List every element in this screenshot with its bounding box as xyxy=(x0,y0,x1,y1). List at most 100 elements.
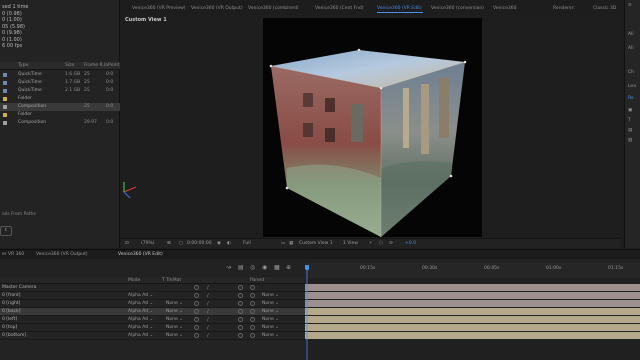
layer-switch-icon[interactable] xyxy=(250,285,255,290)
layer-name[interactable]: 0 [right] xyxy=(2,301,20,306)
layer-switch-icon[interactable] xyxy=(238,333,243,338)
roi-icon[interactable]: ▭ xyxy=(281,240,285,248)
label-color-swatch[interactable] xyxy=(3,81,7,85)
time-ruler[interactable]: 00:15s 00:30s 00:45s 01:00s 01:15s xyxy=(305,262,640,278)
label-color-swatch[interactable] xyxy=(3,89,7,93)
region-icon[interactable]: ◻ xyxy=(179,240,183,248)
motion-blur-icon[interactable]: ⊘ xyxy=(389,240,393,248)
track-area[interactable] xyxy=(305,278,640,360)
layer-name[interactable]: Master Camera xyxy=(2,285,36,290)
layer-trkmat-select[interactable]: None ⌄ xyxy=(166,301,183,306)
custom-view-select[interactable]: Custom View 1 xyxy=(299,240,333,248)
layer-switch-icon[interactable] xyxy=(250,317,255,322)
tab-vr-edit-timeline[interactable]: Venice360 (VR Edit) xyxy=(118,251,163,259)
label-color-swatch[interactable] xyxy=(3,121,7,125)
layer-switch-icon[interactable] xyxy=(194,285,199,290)
layer-duration-bar[interactable] xyxy=(305,292,640,299)
project-item[interactable]: QuickTime 1.7 GB 25 0:0 xyxy=(0,79,120,87)
layer-parent-select[interactable]: None ⌄ xyxy=(262,325,279,330)
quality-switch-icon[interactable]: / xyxy=(207,317,209,323)
layer-row[interactable]: 0 [top] Alpha Ad ⌄ None ⌄ / None ⌄ xyxy=(0,324,305,332)
column-size[interactable]: Size xyxy=(65,63,74,68)
layer-switch-icon[interactable] xyxy=(250,293,255,298)
quality-switch-icon[interactable]: / xyxy=(207,325,209,331)
tool-icon[interactable]: T xyxy=(628,118,631,123)
project-item[interactable]: Composition 29.97 0:0 xyxy=(0,119,120,127)
layer-trkmat-select[interactable]: None ⌄ xyxy=(166,317,183,322)
color-icon[interactable]: ◐ xyxy=(227,240,231,248)
layer-switch-icon[interactable] xyxy=(238,309,243,314)
renderer-value[interactable]: Classic 3D xyxy=(593,4,616,13)
frame-blend-icon[interactable]: ◎ xyxy=(250,264,255,271)
layer-mode-select[interactable]: Alpha Ad ⌄ xyxy=(128,309,153,314)
shy-icon[interactable]: ↝ xyxy=(226,264,231,271)
column-inpoint[interactable]: InPoint xyxy=(104,63,119,68)
layer-switch-icon[interactable] xyxy=(194,317,199,322)
exposure-value[interactable]: +0.0 xyxy=(405,240,416,248)
brainstorm-icon[interactable]: ⊕ xyxy=(286,264,291,271)
column-type[interactable]: Type xyxy=(18,63,28,68)
layer-switch-icon[interactable] xyxy=(194,325,199,330)
project-item[interactable]: QuickTime 1.6 GB 25 0:0 xyxy=(0,71,120,79)
resolution-select[interactable]: Full xyxy=(243,240,251,248)
fast-preview-icon[interactable]: ⚡ xyxy=(369,240,372,248)
project-item[interactable]: Folder xyxy=(0,95,120,103)
layer-name[interactable]: 0 [left] xyxy=(2,317,17,322)
quality-switch-icon[interactable]: / xyxy=(207,293,209,299)
layer-mode-select[interactable]: Alpha Ad ⌄ xyxy=(128,293,153,298)
layer-duration-bar[interactable] xyxy=(305,316,640,323)
layer-name[interactable]: 0 [top] xyxy=(2,325,17,330)
layer-duration-bar[interactable] xyxy=(305,332,640,339)
quality-switch-icon[interactable]: / xyxy=(207,309,209,315)
quality-switch-icon[interactable]: / xyxy=(207,285,209,291)
column-trkmat[interactable]: T TrkMat xyxy=(162,277,181,284)
column-mode[interactable]: Mode xyxy=(128,277,140,284)
layer-duration-bar[interactable] xyxy=(305,284,640,291)
tab-combined[interactable]: Venice360 (combined) xyxy=(248,4,299,13)
layer-switch-icon[interactable] xyxy=(238,325,243,330)
layer-switch-icon[interactable] xyxy=(250,301,255,306)
layer-duration-bar[interactable] xyxy=(305,308,640,315)
layer-switch-icon[interactable] xyxy=(250,333,255,338)
current-time-indicator[interactable] xyxy=(305,265,309,360)
tab-venice360[interactable]: Venice360 xyxy=(493,4,516,13)
layer-mode-select[interactable]: Alpha Ad ⌄ xyxy=(128,317,153,322)
resolution-icon[interactable]: ⊞ xyxy=(167,240,171,248)
quality-switch-icon[interactable]: / xyxy=(207,301,209,307)
label-color-swatch[interactable] xyxy=(3,97,7,101)
layer-duration-bar[interactable] xyxy=(305,300,640,307)
layer-switch-icon[interactable] xyxy=(238,301,243,306)
label-color-swatch[interactable] xyxy=(3,105,7,109)
layer-switch-icon[interactable] xyxy=(194,293,199,298)
panel-menu-icon[interactable]: ≡ xyxy=(628,3,632,8)
tab-vr-360[interactable]: er VR 360 xyxy=(2,251,24,259)
zoom-select[interactable]: (79%) xyxy=(141,240,155,248)
tool-icon[interactable]: ▥ xyxy=(628,138,632,143)
layer-row[interactable]: 0 [front] Alpha Ad ⌄ / None ⌄ xyxy=(0,292,305,300)
layer-name[interactable]: 0 [back] xyxy=(2,309,21,314)
transparency-icon[interactable]: ▦ xyxy=(289,240,293,248)
layer-switch-icon[interactable] xyxy=(250,325,255,330)
view-layout-select[interactable]: 1 View xyxy=(343,240,358,248)
quality-switch-icon[interactable]: / xyxy=(207,333,209,339)
layer-switch-icon[interactable] xyxy=(250,309,255,314)
layer-parent-select[interactable]: None ⌄ xyxy=(262,317,279,322)
layer-trkmat-select[interactable]: None ⌄ xyxy=(166,325,183,330)
tab-vr-preview[interactable]: Venice360 (VR Preview) xyxy=(132,4,186,13)
graph-editor-icon[interactable]: ▦ xyxy=(274,264,280,271)
project-item[interactable]: Composition 25 0:0 xyxy=(0,103,120,111)
layer-mode-select[interactable]: Alpha Ad ⌄ xyxy=(128,325,153,330)
layer-switch-icon[interactable] xyxy=(238,317,243,322)
layer-switch-icon[interactable] xyxy=(238,285,243,290)
layer-switch-icon[interactable] xyxy=(194,309,199,314)
layer-trkmat-select[interactable]: None ⌄ xyxy=(166,309,183,314)
layer-name[interactable]: 0 [bottom] xyxy=(2,333,26,338)
layer-row[interactable]: 0 [right] Alpha Ad ⌄ None ⌄ / None ⌄ xyxy=(0,300,305,308)
layer-switch-icon[interactable] xyxy=(194,301,199,306)
tab-vr-output-timeline[interactable]: Venice360 (VR Output) xyxy=(36,251,88,259)
project-item[interactable]: QuickTime 2.1 GB 25 0:0 xyxy=(0,87,120,95)
layer-name[interactable]: 0 [front] xyxy=(2,293,21,298)
layer-row[interactable]: 0 [back] Alpha Ad ⌄ None ⌄ / None ⌄ xyxy=(0,308,305,316)
draft-3d-icon[interactable]: ▤ xyxy=(238,264,244,271)
motion-blur-toggle-icon[interactable]: ◉ xyxy=(262,264,267,271)
